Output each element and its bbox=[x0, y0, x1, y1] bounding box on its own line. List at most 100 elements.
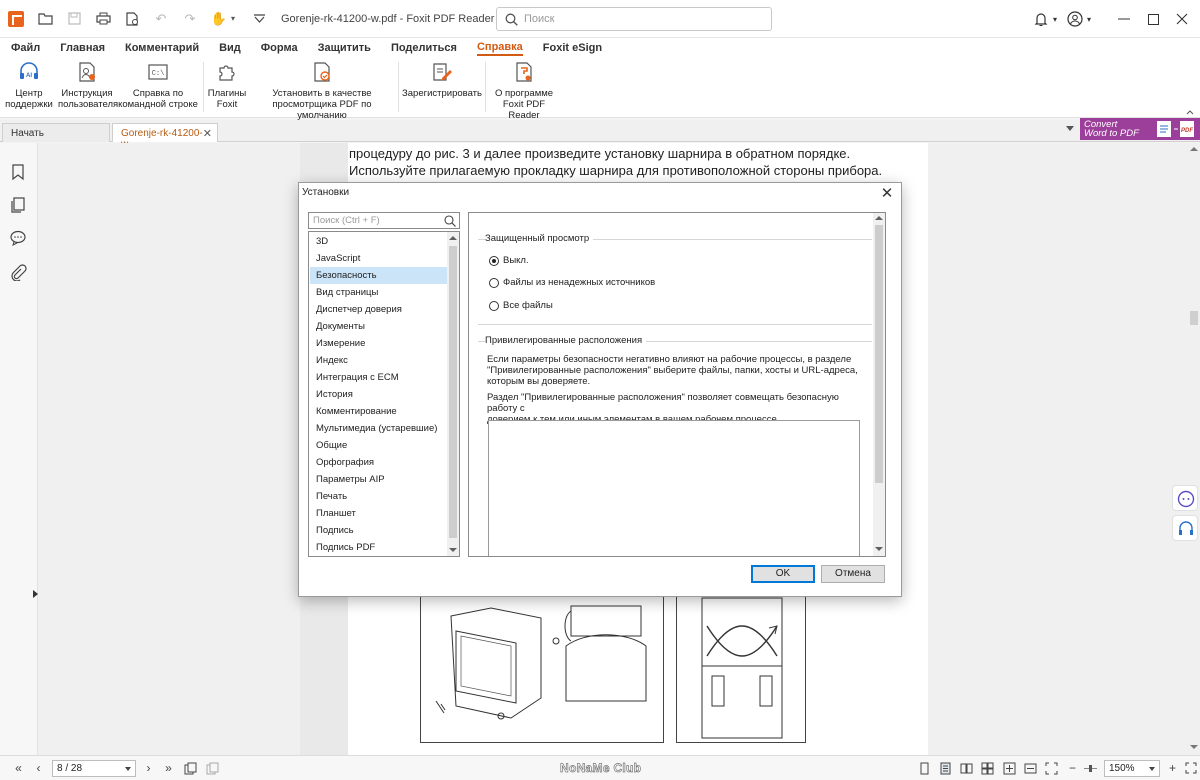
category-item-trust-manager[interactable]: Диспетчер доверия bbox=[310, 301, 447, 318]
single-page-view-icon[interactable] bbox=[918, 762, 931, 775]
category-item-commenting[interactable]: Комментирование bbox=[310, 403, 447, 420]
category-item-3d[interactable]: 3D bbox=[310, 233, 447, 250]
radio-protected-view-all[interactable]: Все файлы bbox=[489, 300, 553, 311]
zoom-dropdown-icon[interactable] bbox=[1149, 767, 1155, 771]
scroll-thumb[interactable] bbox=[1190, 311, 1198, 325]
command-line-help-button[interactable]: C:\ Справка по командной строке bbox=[118, 60, 198, 110]
fullscreen-icon[interactable] bbox=[1184, 762, 1197, 775]
close-tab-icon[interactable]: ✕ bbox=[203, 127, 212, 140]
global-search-input[interactable] bbox=[524, 13, 764, 25]
category-item-pdf-signature[interactable]: Подпись PDF bbox=[310, 539, 447, 556]
zoom-out-icon[interactable]: − bbox=[1066, 762, 1079, 775]
scroll-down-arrow-icon[interactable] bbox=[449, 548, 457, 552]
global-search-box[interactable] bbox=[496, 7, 772, 31]
redo-icon[interactable]: ↷ bbox=[182, 11, 198, 27]
print-icon[interactable] bbox=[95, 11, 111, 27]
radio-button[interactable] bbox=[489, 300, 499, 311]
tab-list-dropdown-icon[interactable] bbox=[1066, 126, 1074, 131]
menu-foxit-esign[interactable]: Foxit eSign bbox=[543, 42, 602, 55]
document-vertical-scrollbar[interactable] bbox=[1188, 143, 1200, 755]
user-manual-button[interactable]: Инструкция пользователя bbox=[58, 60, 118, 110]
zoom-level-field[interactable]: 150% bbox=[1104, 760, 1160, 777]
register-button[interactable]: Зарегистрировать bbox=[402, 60, 482, 99]
attachment-icon[interactable] bbox=[9, 263, 27, 282]
menu-file[interactable]: Файл bbox=[11, 42, 40, 55]
privileged-locations-list[interactable] bbox=[488, 420, 860, 556]
page-thumbnails-icon[interactable] bbox=[9, 196, 27, 214]
category-item-spelling[interactable]: Орфография bbox=[310, 454, 447, 471]
continuous-view-icon[interactable] bbox=[939, 762, 952, 775]
menu-view[interactable]: Вид bbox=[219, 42, 241, 55]
open-folder-icon[interactable] bbox=[37, 11, 53, 27]
notification-bell-icon[interactable] bbox=[1030, 9, 1052, 29]
menu-home[interactable]: Главная bbox=[60, 42, 105, 55]
menu-help[interactable]: Справка bbox=[476, 41, 523, 56]
fit-page-icon[interactable] bbox=[1003, 762, 1016, 775]
category-item-security[interactable]: Безопасность bbox=[310, 267, 447, 284]
customize-toolbar-icon[interactable] bbox=[251, 11, 267, 27]
maximize-icon[interactable] bbox=[1142, 9, 1164, 29]
bookmark-icon[interactable] bbox=[9, 163, 27, 181]
set-default-viewer-button[interactable]: Установить в качестве просмотрщика PDF п… bbox=[250, 60, 394, 121]
account-dropdown-icon[interactable]: ▾ bbox=[1084, 9, 1094, 29]
minimize-icon[interactable] bbox=[1113, 9, 1135, 29]
hand-tool-dropdown-icon[interactable]: ▾ bbox=[229, 11, 237, 27]
convert-word-to-pdf-banner[interactable]: Convert Word to PDF PDF bbox=[1080, 118, 1200, 140]
notification-dropdown-icon[interactable]: ▾ bbox=[1050, 9, 1060, 29]
menu-share[interactable]: Поделиться bbox=[391, 42, 457, 55]
radio-protected-view-off[interactable]: Выкл. bbox=[489, 255, 529, 266]
hand-tool-icon[interactable]: ✋ bbox=[211, 11, 227, 27]
comments-icon[interactable] bbox=[9, 229, 27, 247]
preferences-search-box[interactable] bbox=[308, 212, 460, 229]
settings-panel-scrollbar[interactable] bbox=[873, 213, 885, 556]
category-item-signature[interactable]: Подпись bbox=[310, 522, 447, 539]
fit-visible-icon[interactable] bbox=[1045, 762, 1058, 775]
scroll-thumb[interactable] bbox=[875, 225, 883, 483]
close-window-icon[interactable] bbox=[1171, 9, 1193, 29]
category-item-javascript[interactable]: JavaScript bbox=[310, 250, 447, 267]
support-center-button[interactable]: AI Центр поддержки bbox=[4, 60, 54, 110]
zoom-in-icon[interactable]: + bbox=[1166, 762, 1179, 775]
page-dropdown-icon[interactable] bbox=[125, 767, 131, 771]
cancel-button[interactable]: Отмена bbox=[821, 565, 885, 583]
scroll-thumb[interactable] bbox=[449, 246, 457, 538]
save-icon[interactable] bbox=[66, 11, 82, 27]
preferences-category-list[interactable]: 3D JavaScript Безопасность Вид страницы … bbox=[308, 231, 460, 557]
category-item-print[interactable]: Печать bbox=[310, 488, 447, 505]
account-icon[interactable] bbox=[1064, 9, 1086, 29]
menu-comment[interactable]: Комментарий bbox=[125, 42, 199, 55]
tab-document[interactable]: Gorenje-rk-41200-w.... ✕ bbox=[112, 123, 218, 150]
tab-start[interactable]: Начать bbox=[2, 123, 110, 142]
category-item-page-view[interactable]: Вид страницы bbox=[310, 284, 447, 301]
menu-form[interactable]: Форма bbox=[261, 42, 298, 55]
menu-protect[interactable]: Защитить bbox=[318, 42, 371, 55]
scroll-down-arrow-icon[interactable] bbox=[1190, 745, 1198, 749]
first-page-icon[interactable]: « bbox=[12, 762, 25, 775]
category-item-multimedia-legacy[interactable]: Мультимедиа (устаревшие) bbox=[310, 420, 447, 437]
scroll-down-arrow-icon[interactable] bbox=[875, 547, 883, 551]
next-page-icon[interactable]: › bbox=[142, 762, 155, 775]
previous-page-icon[interactable]: ‹ bbox=[32, 762, 45, 775]
next-view-icon[interactable] bbox=[206, 762, 219, 775]
facing-view-icon[interactable] bbox=[960, 762, 973, 775]
page-number-field[interactable]: 8 / 28 bbox=[52, 760, 136, 777]
previous-view-icon[interactable] bbox=[184, 762, 197, 775]
about-button[interactable]: О программе Foxit PDF Reader bbox=[488, 60, 560, 121]
collapse-ribbon-icon[interactable] bbox=[1186, 104, 1194, 115]
foxit-plugins-button[interactable]: Плагины Foxit bbox=[206, 60, 248, 110]
zoom-slider-icon[interactable] bbox=[1084, 762, 1097, 775]
category-item-measuring[interactable]: Измерение bbox=[310, 335, 447, 352]
last-page-icon[interactable]: » bbox=[162, 762, 175, 775]
category-item-index[interactable]: Индекс bbox=[310, 352, 447, 369]
fit-width-icon[interactable] bbox=[1024, 762, 1037, 775]
category-item-history[interactable]: История bbox=[310, 386, 447, 403]
continuous-facing-view-icon[interactable] bbox=[981, 762, 994, 775]
scroll-up-arrow-icon[interactable] bbox=[1190, 147, 1198, 151]
category-item-documents[interactable]: Документы bbox=[310, 318, 447, 335]
dialog-close-icon[interactable]: ✕ bbox=[879, 184, 895, 202]
scroll-up-arrow-icon[interactable] bbox=[875, 216, 883, 220]
scroll-up-arrow-icon[interactable] bbox=[449, 236, 457, 240]
preferences-search-input[interactable] bbox=[313, 215, 441, 226]
category-item-tablet[interactable]: Планшет bbox=[310, 505, 447, 522]
category-list-scrollbar[interactable] bbox=[447, 232, 459, 556]
